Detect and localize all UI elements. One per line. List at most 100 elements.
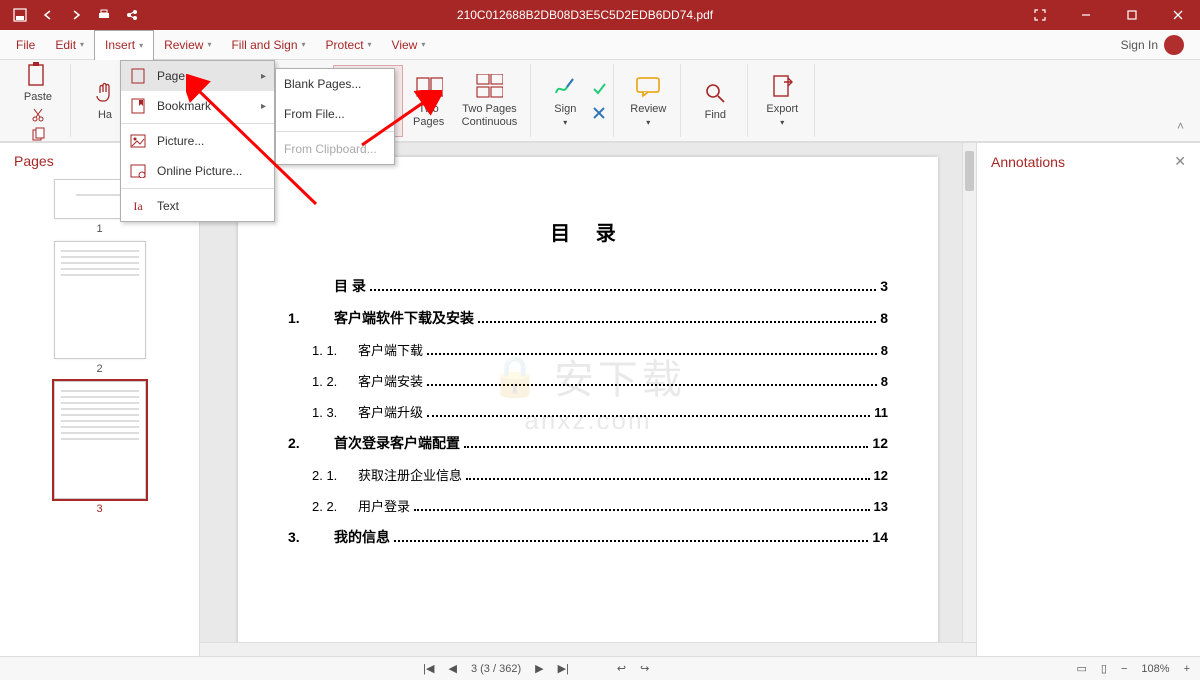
insert-dropdown: Page ▸ Bookmark ▸ Picture... Online Pict… bbox=[120, 60, 275, 222]
sign-icon bbox=[551, 73, 579, 101]
fit-width-icon[interactable]: ▯ bbox=[1101, 662, 1107, 675]
online-picture-icon bbox=[129, 162, 147, 180]
zoom-level: 108% bbox=[1141, 663, 1169, 675]
avatar-icon bbox=[1164, 35, 1184, 55]
print-icon[interactable] bbox=[94, 5, 114, 25]
menu-bar: File Edit▾ Insert▾ Review▾ Fill and Sign… bbox=[0, 30, 1200, 60]
toc-row: 1. 2.客户端安装8 bbox=[288, 371, 888, 390]
from-file-item[interactable]: From File... bbox=[276, 99, 394, 129]
vertical-scrollbar[interactable] bbox=[962, 143, 976, 642]
insert-online-picture-item[interactable]: Online Picture... bbox=[121, 156, 274, 186]
toc-row: 1. 1.客户端下载8 bbox=[288, 340, 888, 359]
window-title: 210C012688B2DB08D3E5C5D2EDB6DD74.pdf bbox=[152, 8, 1018, 22]
fullscreen-icon[interactable] bbox=[1018, 0, 1062, 30]
find-button[interactable]: Find bbox=[689, 65, 741, 137]
bookmark-icon bbox=[129, 97, 147, 115]
insert-text-item[interactable]: Ia Text bbox=[121, 191, 274, 221]
review-button[interactable]: Review▾ bbox=[622, 65, 674, 137]
chevron-down-icon: ▾ bbox=[207, 40, 211, 49]
toc-row: 3.我的信息14 bbox=[288, 527, 888, 547]
menu-review[interactable]: Review▾ bbox=[154, 30, 221, 60]
menu-fill-sign[interactable]: Fill and Sign▾ bbox=[221, 30, 315, 60]
toc-row: 2. 1.获取注册企业信息12 bbox=[288, 465, 888, 484]
nav-back-icon[interactable]: ↩ bbox=[617, 662, 626, 675]
annotations-panel: Annotations ✕ bbox=[976, 143, 1200, 656]
page-thumbnails: 1 2 3 bbox=[0, 179, 199, 656]
two-pages-button[interactable]: TwoPages bbox=[403, 65, 455, 137]
maximize-button[interactable] bbox=[1110, 0, 1154, 30]
toc-row: 目 录3 bbox=[288, 276, 888, 296]
fit-page-icon[interactable]: ▭ bbox=[1077, 662, 1087, 675]
insert-page-item[interactable]: Page ▸ bbox=[121, 61, 274, 91]
export-icon bbox=[768, 73, 796, 101]
chevron-right-icon: ▸ bbox=[261, 71, 266, 82]
document-page: 目 录 目 录3 1.客户端软件下载及安装8 1. 1.客户端下载8 1. 2.客户端… bbox=[238, 157, 938, 642]
toc-row: 1.客户端软件下载及安装8 bbox=[288, 308, 888, 328]
blank-pages-item[interactable]: Blank Pages... bbox=[276, 69, 394, 99]
insert-picture-item[interactable]: Picture... bbox=[121, 126, 274, 156]
collapse-ribbon-icon[interactable]: ˄ bbox=[1167, 115, 1194, 137]
ribbon-export: Export▾ bbox=[750, 64, 815, 137]
document-view: 目 录 目 录3 1.客户端软件下载及安装8 1. 1.客户端下载8 1. 2.客户端… bbox=[200, 143, 976, 656]
undo-icon[interactable] bbox=[38, 5, 58, 25]
chevron-down-icon: ▾ bbox=[421, 40, 425, 49]
paste-button[interactable]: Paste bbox=[12, 58, 64, 106]
comment-icon bbox=[634, 73, 662, 101]
redo-icon[interactable] bbox=[66, 5, 86, 25]
paste-icon bbox=[24, 61, 52, 89]
minimize-button[interactable] bbox=[1064, 0, 1108, 30]
toc-row: 2. 2.用户登录13 bbox=[288, 496, 888, 515]
zoom-in-status[interactable]: + bbox=[1184, 663, 1190, 675]
two-pages-continuous-button[interactable]: Two PagesContinuous bbox=[455, 65, 525, 137]
menu-insert[interactable]: Insert▾ bbox=[94, 30, 154, 60]
menu-file[interactable]: File bbox=[6, 30, 45, 60]
chevron-down-icon: ▾ bbox=[368, 40, 372, 49]
ribbon-sign: Sign▾ bbox=[533, 64, 614, 137]
share-icon[interactable] bbox=[122, 5, 142, 25]
two-pages-icon bbox=[415, 73, 443, 101]
from-clipboard-item: From Clipboard... bbox=[276, 134, 394, 164]
insert-bookmark-item[interactable]: Bookmark ▸ bbox=[121, 91, 274, 121]
menu-edit[interactable]: Edit▾ bbox=[45, 30, 94, 60]
document-scroll[interactable]: 目 录 目 录3 1.客户端软件下载及安装8 1. 1.客户端下载8 1. 2.客户端… bbox=[200, 143, 976, 642]
chevron-down-icon: ▾ bbox=[302, 40, 306, 49]
toc-row: 1. 3.客户端升级11 bbox=[288, 402, 888, 421]
copy-icon[interactable] bbox=[30, 127, 46, 143]
menu-view[interactable]: View▾ bbox=[382, 30, 436, 60]
sign-button[interactable]: Sign▾ bbox=[539, 65, 591, 137]
window-controls bbox=[1018, 0, 1200, 30]
prev-page-icon[interactable]: ◀ bbox=[449, 662, 457, 675]
doc-title: 目 录 bbox=[288, 217, 888, 246]
picture-icon bbox=[129, 132, 147, 150]
page-thumb-3[interactable]: 3 bbox=[54, 381, 146, 515]
zoom-out-status[interactable]: − bbox=[1121, 663, 1127, 675]
close-button[interactable] bbox=[1156, 0, 1200, 30]
page-thumb-2[interactable]: 2 bbox=[54, 241, 146, 375]
ribbon-clipboard: Paste bbox=[6, 64, 71, 137]
check-icon[interactable] bbox=[591, 81, 607, 97]
two-pages-continuous-icon bbox=[475, 73, 503, 101]
last-page-icon[interactable]: ▶| bbox=[558, 662, 569, 675]
page-position: 3 (3 / 362) bbox=[471, 663, 521, 675]
title-bar: 210C012688B2DB08D3E5C5D2EDB6DD74.pdf bbox=[0, 0, 1200, 30]
chevron-down-icon: ▾ bbox=[139, 41, 143, 50]
first-page-icon[interactable]: |◀ bbox=[423, 662, 434, 675]
menu-protect[interactable]: Protect▾ bbox=[316, 30, 382, 60]
sign-in[interactable]: Sign In bbox=[1121, 35, 1194, 55]
search-icon bbox=[701, 79, 729, 107]
chevron-down-icon: ▾ bbox=[80, 40, 84, 49]
quick-access-toolbar bbox=[0, 5, 152, 25]
page-icon bbox=[129, 67, 147, 85]
sign-in-label: Sign In bbox=[1121, 38, 1158, 52]
x-icon[interactable] bbox=[591, 105, 607, 121]
export-button[interactable]: Export▾ bbox=[756, 65, 808, 137]
close-annotations-icon[interactable]: ✕ bbox=[1174, 153, 1186, 170]
save-icon[interactable] bbox=[10, 5, 30, 25]
horizontal-scrollbar[interactable] bbox=[200, 642, 976, 656]
annotations-header: Annotations bbox=[991, 154, 1065, 170]
status-bar: |◀ ◀ 3 (3 / 362) ▶ ▶| ↩ ↪ ▭ ▯ − 108% + bbox=[0, 656, 1200, 680]
nav-forward-icon[interactable]: ↪ bbox=[640, 662, 649, 675]
ribbon-review: Review▾ bbox=[616, 64, 681, 137]
cut-icon[interactable] bbox=[30, 107, 46, 123]
next-page-icon[interactable]: ▶ bbox=[535, 662, 543, 675]
